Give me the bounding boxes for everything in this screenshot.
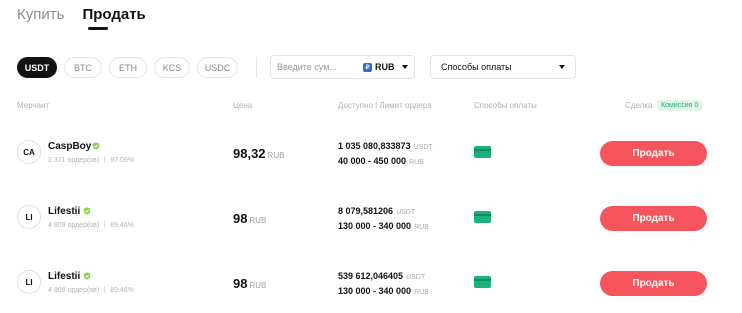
price-value: 98 (233, 276, 248, 291)
order-count: 4 809 ордер(ов) (48, 287, 100, 294)
table-row: CA CaspBoy 2 371 ордер(ов) 97.09% 98,32 RU… (0, 128, 742, 178)
tab-sell[interactable]: Продать (82, 6, 145, 23)
tab-buy[interactable]: Купить (17, 6, 64, 23)
table-row: LI Lifestii 4 809 ордер(ов) 89.46% 98 RUB … (0, 193, 742, 243)
chevron-down-icon (559, 65, 565, 69)
verified-shield-icon (92, 142, 100, 150)
available-value: 8 079,581206 (338, 206, 394, 216)
amount-input[interactable] (277, 62, 359, 72)
order-count: 4 809 ордер(ов) (48, 222, 100, 229)
order-count: 2 371 ордер(ов) (48, 157, 100, 164)
currency-select[interactable]: RUB (375, 62, 395, 72)
merchant-stats: 2 371 ордер(ов) 97.09% (48, 156, 134, 164)
available-unit: USDT (396, 209, 416, 216)
bank-card-icon (474, 276, 491, 288)
price-unit: RUB (249, 281, 267, 290)
header-available: Доступно | Лимит ордера (338, 101, 432, 110)
merchant-name[interactable]: CaspBoy (48, 141, 91, 152)
order-limit: 40 000 - 450 000 RUB (338, 156, 424, 166)
header-merchant: Мерчант (17, 101, 50, 110)
commission-badge: Комиссия 0 (657, 100, 703, 111)
price-unit: RUB (249, 216, 267, 225)
available-amount: 1 035 080,833873 USDT (338, 141, 433, 151)
available-amount: 8 079,581206 USDT (338, 206, 415, 216)
coin-filter: USDT BTC ETH KCS USDC (17, 57, 238, 78)
chip-kcs[interactable]: KCS (154, 57, 190, 78)
limit-value: 40 000 - 450 000 (338, 156, 407, 166)
price: 98,32 RUB (233, 146, 284, 161)
header-price: Цена (233, 101, 253, 110)
avatar: LI (17, 205, 41, 229)
price: 98 RUB (233, 211, 266, 226)
chip-usdt[interactable]: USDT (17, 57, 57, 78)
avatar: LI (17, 270, 41, 294)
chip-btc[interactable]: BTC (64, 57, 102, 78)
active-tab-indicator (88, 27, 108, 30)
limit-unit: RUB (414, 224, 429, 231)
chip-eth[interactable]: ETH (109, 57, 147, 78)
bank-card-icon (474, 146, 491, 158)
order-limit: 130 000 - 340 000 RUB (338, 286, 429, 296)
amount-field: ₽ RUB (270, 55, 415, 79)
available-amount: 539 612,046405 USDT (338, 271, 425, 281)
header-payment-methods: Способы оплаты (474, 101, 537, 110)
limit-value: 130 000 - 340 000 (338, 221, 412, 231)
sell-button[interactable]: Продать (600, 141, 707, 166)
table-row: LI Lifestii 4 809 ордер(ов) 89.46% 98 RUB … (0, 258, 742, 308)
avatar: CA (17, 140, 41, 164)
available-unit: USDT (413, 144, 433, 151)
sell-button[interactable]: Продать (600, 271, 707, 296)
verified-shield-icon (83, 207, 91, 215)
limit-unit: RUB (409, 159, 424, 166)
ruble-icon: ₽ (363, 62, 372, 72)
limit-value: 130 000 - 340 000 (338, 286, 412, 296)
merchant-name[interactable]: Lifestii (48, 206, 80, 217)
payment-methods-select[interactable]: Способы оплаты (430, 55, 576, 79)
available-unit: USDT (406, 274, 426, 281)
chevron-down-icon[interactable] (402, 65, 408, 69)
available-value: 1 035 080,833873 (338, 141, 411, 151)
payment-methods-label: Способы оплаты (441, 62, 512, 72)
price-value: 98 (233, 211, 248, 226)
sell-button[interactable]: Продать (600, 206, 707, 231)
price-unit: RUB (267, 151, 285, 160)
completion-rate: 89.46% (110, 222, 134, 229)
price: 98 RUB (233, 276, 266, 291)
merchant-name[interactable]: Lifestii (48, 271, 80, 282)
completion-rate: 97.09% (110, 157, 134, 164)
merchant-stats: 4 809 ордер(ов) 89.46% (48, 286, 134, 294)
header-deal: Сделка (625, 101, 653, 110)
verified-shield-icon (83, 272, 91, 280)
limit-unit: RUB (414, 289, 429, 296)
bank-card-icon (474, 211, 491, 223)
completion-rate: 89.46% (110, 287, 134, 294)
order-limit: 130 000 - 340 000 RUB (338, 221, 429, 231)
trade-tabs: Купить Продать (17, 6, 146, 23)
filter-divider (256, 57, 257, 78)
available-value: 539 612,046405 (338, 271, 404, 281)
price-value: 98,32 (233, 146, 266, 161)
merchant-stats: 4 809 ордер(ов) 89.46% (48, 221, 134, 229)
chip-usdc[interactable]: USDC (197, 57, 238, 78)
